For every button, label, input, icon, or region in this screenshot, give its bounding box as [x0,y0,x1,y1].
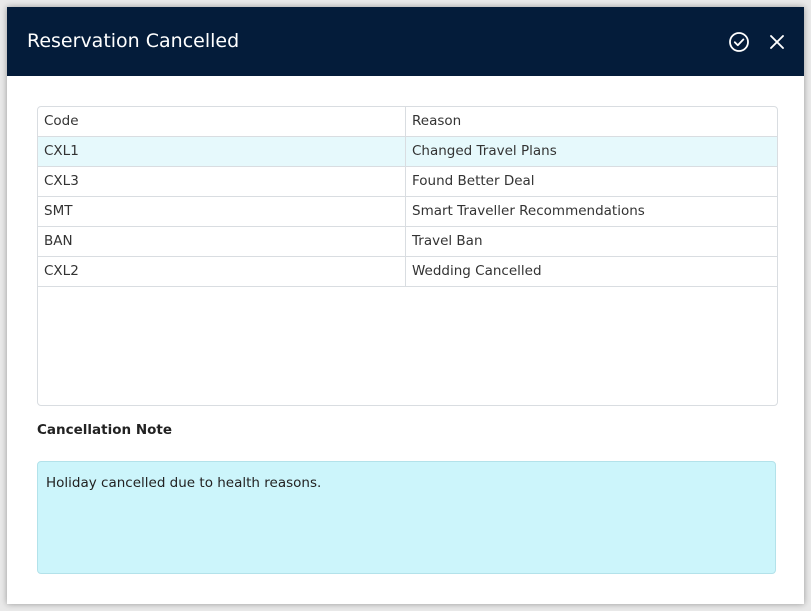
table-row[interactable]: CXL1 Changed Travel Plans [38,137,777,167]
reason-cell: Changed Travel Plans [412,143,557,159]
check-circle-icon [729,32,749,52]
column-header-code[interactable]: Code [38,107,406,136]
table-row[interactable]: CXL3 Found Better Deal [38,167,777,197]
cancellation-reasons-table: Code Reason CXL1 Changed Travel Plans CX… [37,106,778,406]
table-row[interactable]: SMT Smart Traveller Recommendations [38,197,777,227]
close-icon [770,35,784,49]
code-cell: SMT [38,197,406,226]
reason-cell: Smart Traveller Recommendations [412,203,645,219]
code-cell: CXL1 [38,137,406,166]
dialog-title: Reservation Cancelled [27,30,240,52]
dialog-header: Reservation Cancelled [7,7,804,76]
code-cell: CXL2 [38,257,406,286]
table-header-row: Code Reason [38,107,777,137]
table-row[interactable]: BAN Travel Ban [38,227,777,257]
reason-cell: Travel Ban [412,233,483,249]
cancellation-note-textarea[interactable]: Holiday cancelled due to health reasons. [37,461,776,574]
close-button[interactable] [766,31,788,53]
reservation-cancelled-dialog: Reservation Cancelled Code Reason CXL1 C… [7,7,804,604]
code-cell: CXL3 [38,167,406,196]
reason-cell: Wedding Cancelled [412,263,542,279]
column-header-reason[interactable]: Reason [406,107,777,136]
cancellation-note-label: Cancellation Note [37,422,172,438]
reason-cell: Found Better Deal [412,173,535,189]
code-cell: BAN [38,227,406,256]
confirm-button[interactable] [728,31,750,53]
table-row[interactable]: CXL2 Wedding Cancelled [38,257,777,287]
